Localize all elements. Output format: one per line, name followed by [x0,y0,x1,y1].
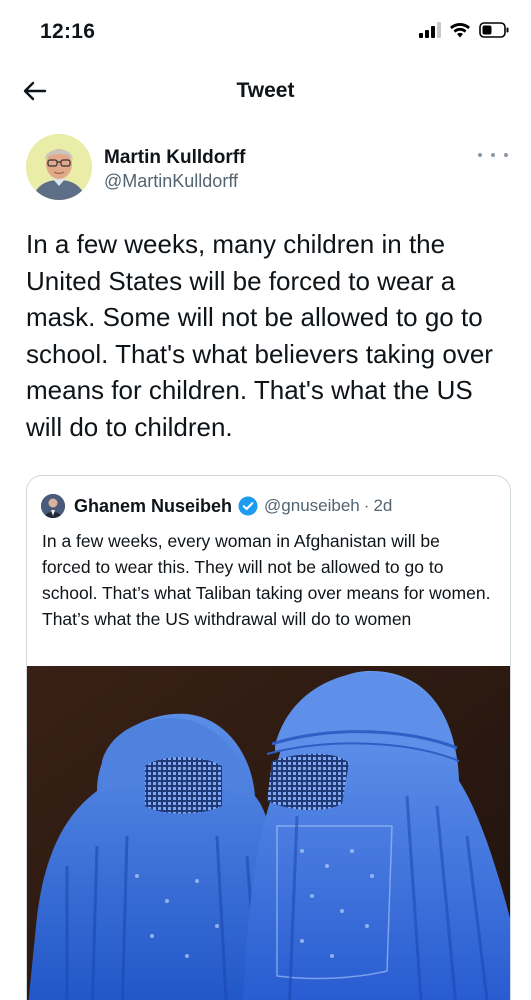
quoted-author-avatar [41,494,65,518]
quoted-tweet-image[interactable] [27,666,510,1000]
author-avatar[interactable] [26,134,92,200]
quoted-author-name: Ghanem Nuseibeh [74,495,233,516]
status-time: 12:16 [40,20,96,43]
author-name[interactable]: Martin Kulldorff [104,147,245,169]
status-bar: 12:16 [0,0,531,62]
verified-badge-icon [238,496,258,516]
quoted-timestamp: 2d [373,496,393,515]
signal-icon [419,22,441,38]
more-options-button[interactable] [478,146,508,164]
quoted-tweet-text: In a few weeks, every woman in Afghanist… [42,531,491,629]
battery-icon [479,22,509,38]
quoted-author-handle: @gnuseibeh [264,496,360,515]
status-icons [419,22,509,38]
tweet-author: Martin Kulldorff @MartinKulldorff [26,134,514,206]
author-handle[interactable]: @MartinKulldorff [104,171,238,192]
quoted-tweet-card[interactable]: Ghanem Nuseibeh @gnuseibeh · 2d In a few… [26,475,511,1000]
page-title: Tweet [236,79,295,102]
wifi-icon [450,23,470,38]
more-options-icon [478,153,508,157]
quoted-tweet-header: Ghanem Nuseibeh @gnuseibeh · 2d [41,492,392,520]
nav-bar: Tweet [0,62,531,120]
tweet-text: In a few weeks, many children in the Uni… [26,229,493,442]
header-separator: · [363,496,370,515]
